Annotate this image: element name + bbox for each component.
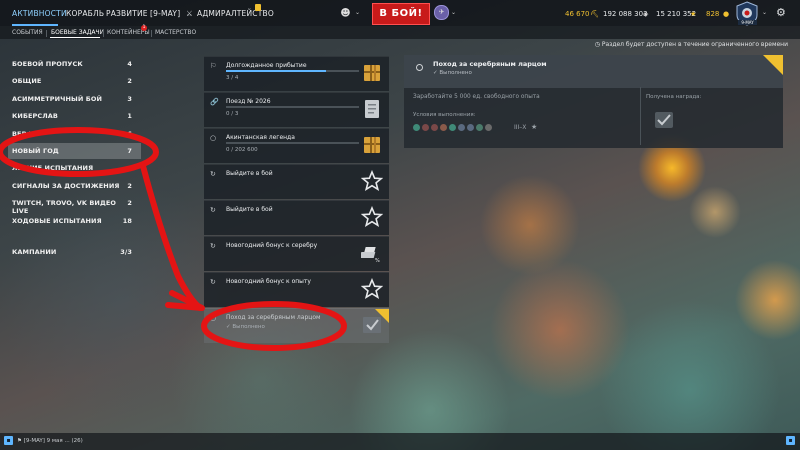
notifications-icon[interactable]: ▪ bbox=[786, 436, 795, 445]
group-icon: ⚑ bbox=[17, 438, 24, 444]
annotation-ellipse-category bbox=[0, 127, 159, 177]
chat-icon[interactable]: ▪ bbox=[4, 436, 13, 445]
annotation-ellipse-task bbox=[201, 301, 347, 351]
annotation-arrow-head bbox=[165, 290, 205, 311]
annotation-arrow-line bbox=[140, 163, 203, 311]
chat-channel[interactable]: ⚑ [9-MAY] 9 мая ... (26) bbox=[17, 438, 83, 444]
chat-channel-label: [9-MAY] 9 мая ... (26) bbox=[23, 438, 83, 444]
bottom-bar bbox=[0, 433, 800, 450]
red-annotation-overlay bbox=[0, 127, 347, 351]
